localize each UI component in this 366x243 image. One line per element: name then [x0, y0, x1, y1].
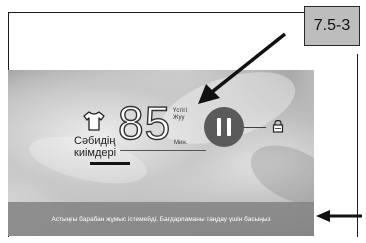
pause-icon [217, 118, 221, 136]
temperature-rule [120, 150, 206, 151]
info-bar-text: Астыңғы барабан жұмыс істемейді. Бағдарл… [51, 215, 271, 223]
info-bar[interactable]: Астыңғы барабан жұмыс істемейді. Бағдарл… [8, 202, 314, 236]
temperature-value[interactable]: 85 [117, 99, 171, 146]
lock-icon[interactable] [271, 119, 285, 133]
pause-button[interactable] [204, 107, 244, 147]
program-underline [90, 162, 130, 165]
baby-shirt-icon[interactable] [82, 110, 106, 132]
callout-label-box: 7.5-3 [304, 6, 360, 46]
temperature-label: Үстігі Жуу [173, 108, 187, 121]
callout-label: 7.5-3 [313, 17, 351, 34]
pointer-arrow-icon [316, 210, 362, 222]
callout-arrow-icon [198, 32, 287, 104]
pause-icon [227, 118, 231, 136]
frame-border-top [8, 12, 304, 13]
time-unit-label: Мин. [174, 140, 188, 146]
pause-connector-line [244, 127, 266, 128]
